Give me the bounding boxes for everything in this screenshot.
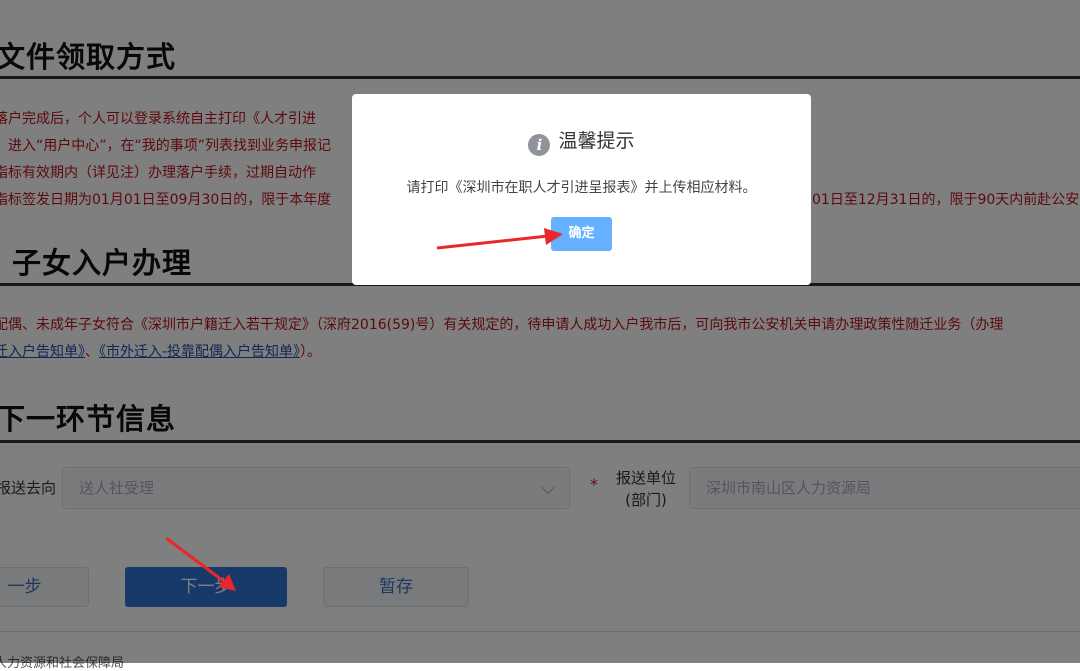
dialog-message: 请打印《深圳市在职人才引进呈报表》并上传相应材料。 <box>406 180 757 196</box>
dialog-title: 温馨提示 <box>558 130 635 152</box>
tip-dialog: i 温馨提示 请打印《深圳市在职人才引进呈报表》并上传相应材料。 确定 <box>352 94 811 285</box>
confirm-button[interactable]: 确定 <box>551 217 612 251</box>
dialog-header: i 温馨提示 <box>352 126 811 156</box>
info-icon: i <box>528 134 551 156</box>
